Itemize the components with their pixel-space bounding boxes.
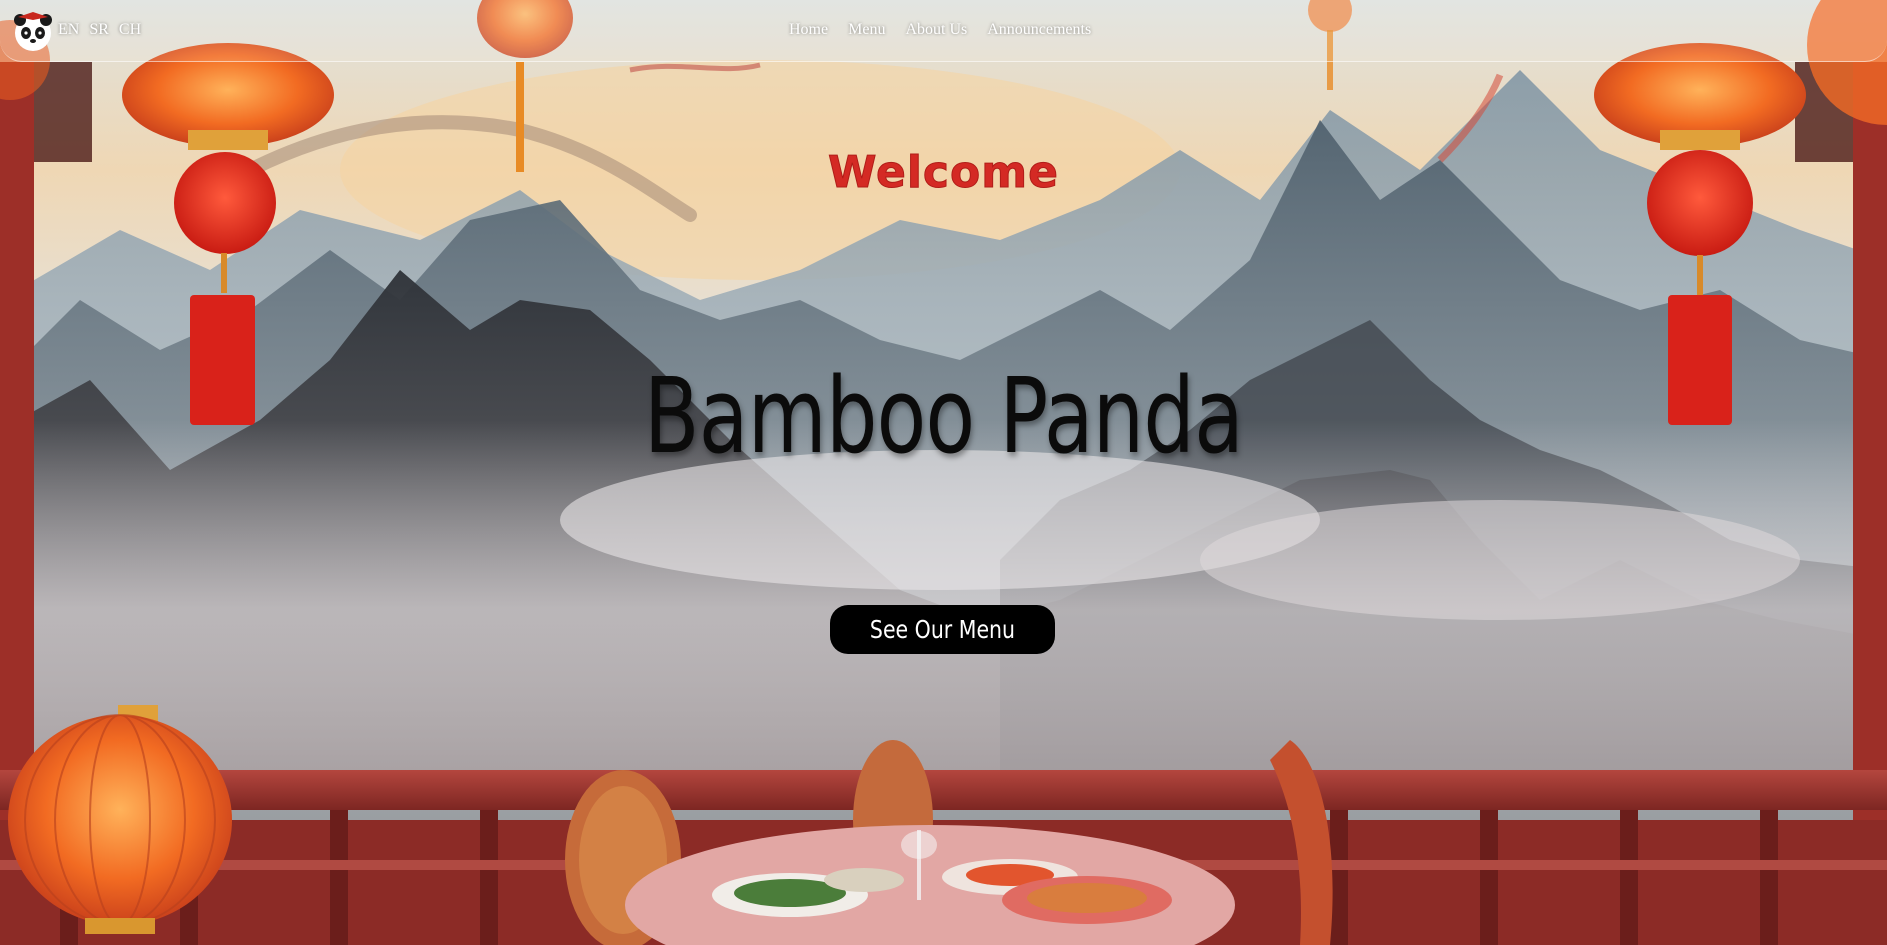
nav-announcements-link[interactable]: Announcements (987, 21, 1091, 39)
lang-en-button[interactable]: EN (58, 21, 79, 39)
see-menu-label: See Our Menu (869, 615, 1016, 644)
top-navbar: EN SR CH Home Menu About Us Announcement… (0, 0, 1887, 62)
lang-sr-button[interactable]: SR (89, 21, 109, 39)
main-nav: Home Menu About Us Announcements (789, 21, 1091, 39)
nav-menu-link[interactable]: Menu (848, 21, 885, 39)
panda-logo-icon[interactable] (12, 11, 54, 53)
restaurant-title: Bamboo Panda (643, 355, 1244, 477)
nav-home-link[interactable]: Home (789, 21, 828, 39)
welcome-heading: Welcome (828, 147, 1059, 199)
lang-ch-button[interactable]: CH (119, 21, 141, 39)
language-switcher: EN SR CH (58, 21, 141, 39)
nav-about-link[interactable]: About Us (905, 21, 967, 39)
see-menu-button[interactable]: See Our Menu (830, 605, 1055, 654)
